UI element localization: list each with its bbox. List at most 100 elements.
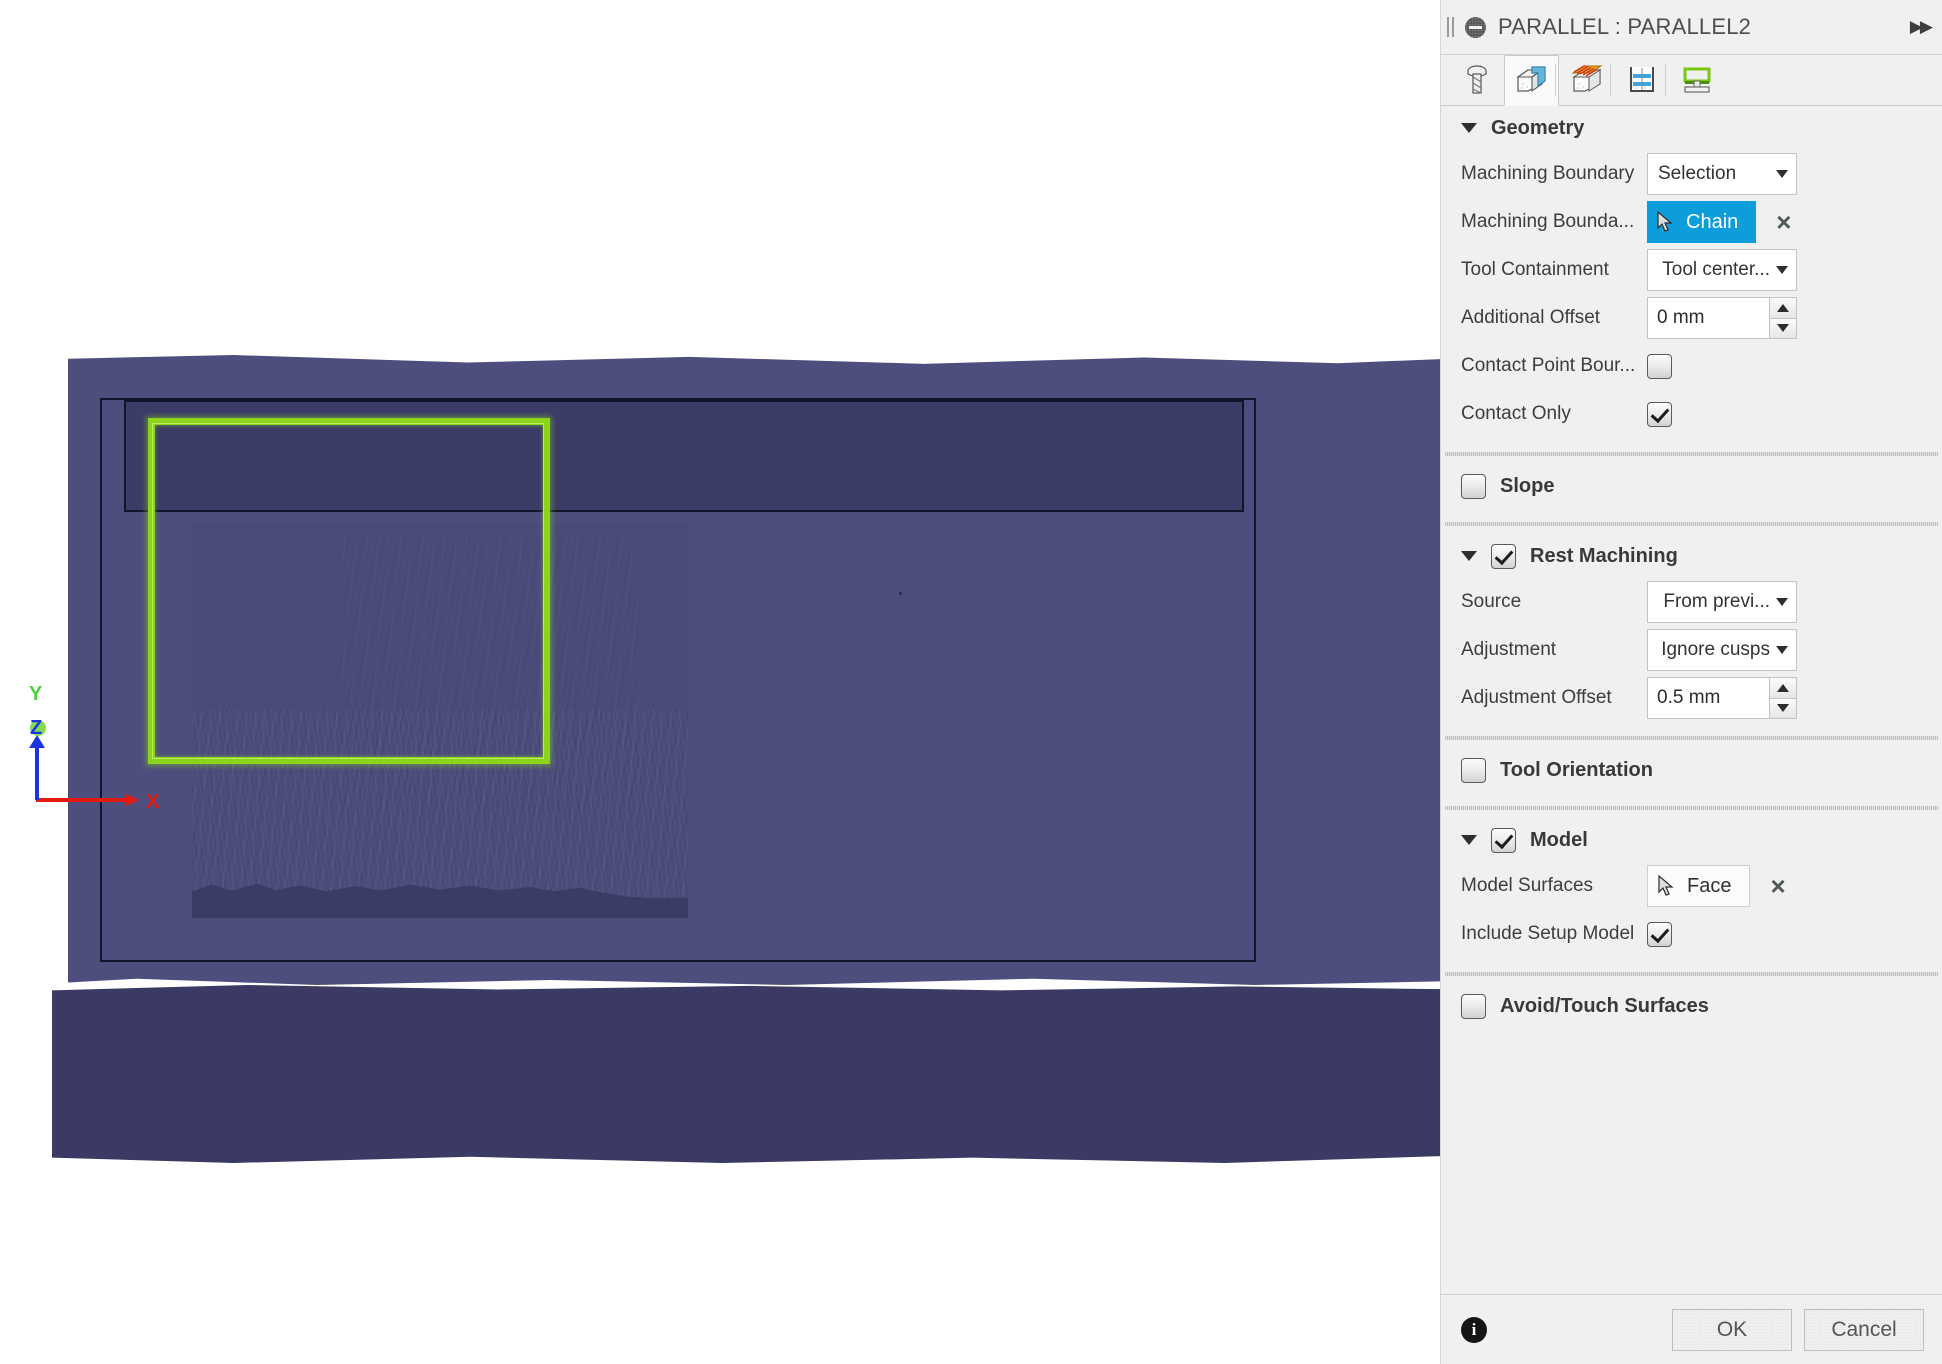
operation-status-icon (1465, 16, 1486, 38)
additional-offset-stepper[interactable]: 0 mm (1647, 297, 1797, 339)
tab-tool[interactable] (1449, 55, 1504, 105)
adjustment-offset-stepper[interactable]: 0.5 mm (1647, 677, 1797, 719)
contact-point-boundary-checkbox[interactable] (1647, 353, 1672, 379)
divider (1445, 522, 1938, 526)
axis-triad: X Z Y (18, 672, 188, 813)
include-setup-model-checkbox[interactable] (1647, 921, 1672, 947)
tool-containment-select[interactable]: Tool center... (1647, 249, 1797, 291)
axis-x-line (36, 798, 136, 802)
machining-boundary-label: Machining Boundary (1461, 163, 1635, 184)
3d-viewport[interactable]: X Z Y (0, 0, 1440, 1364)
section-geometry: Geometry Machining Boundary Selection Ma… (1441, 106, 1942, 444)
source-select[interactable]: From previ... (1647, 581, 1797, 623)
model-surfaces-face-button[interactable]: Face (1647, 865, 1751, 907)
ok-button[interactable]: OK (1672, 1308, 1792, 1351)
contact-only-label: Contact Only (1461, 403, 1571, 424)
additional-offset-decrement-button[interactable] (1769, 318, 1797, 339)
section-rest-machining-title: Rest Machining (1530, 544, 1678, 567)
section-tool-orientation-header[interactable]: Tool Orientation (1441, 748, 1942, 792)
adjustment-offset-decrement-button[interactable] (1769, 698, 1797, 719)
tool-icon (1460, 63, 1494, 97)
panel-header: PARALLEL : PARALLEL2 ▶▶ (1441, 0, 1942, 55)
chevron-down-icon (1776, 598, 1788, 606)
page-title: PARALLEL : PARALLEL2 (1498, 14, 1752, 39)
contact-only-checkbox[interactable] (1647, 401, 1672, 427)
tool-containment-label: Tool Containment (1461, 259, 1609, 280)
tab-passes[interactable] (1610, 55, 1669, 105)
machining-boundary-chain-label: Chain (1686, 210, 1739, 233)
stock-body-near (52, 985, 1440, 1163)
section-avoid-touch-title: Avoid/Touch Surfaces (1500, 994, 1709, 1017)
chevron-down-icon (1776, 170, 1788, 178)
machining-boundary-value: Selection (1658, 163, 1737, 184)
machining-boundary-select[interactable]: Selection (1647, 153, 1797, 195)
tab-heights[interactable] (1555, 55, 1614, 105)
viewport-speck (899, 592, 902, 595)
section-geometry-header[interactable]: Geometry (1441, 106, 1942, 150)
caret-up-icon (1777, 683, 1789, 692)
adjustment-offset-increment-button[interactable] (1769, 677, 1797, 699)
additional-offset-increment-button[interactable] (1769, 297, 1797, 319)
cursor-arrow-icon (1658, 874, 1675, 897)
heights-cube-icon (1569, 63, 1605, 97)
axis-x-arrowhead (126, 794, 139, 806)
section-geometry-title: Geometry (1491, 116, 1585, 139)
machining-boundary-chain-button[interactable]: Chain (1647, 201, 1757, 243)
machining-boundary-sel-label: Machining Bounda... (1461, 211, 1635, 232)
info-icon[interactable]: i (1461, 1316, 1487, 1343)
row-adjustment: Adjustment Ignore cusps (1441, 626, 1942, 674)
section-avoid-touch-header[interactable]: Avoid/Touch Surfaces (1441, 984, 1942, 1028)
adjustment-offset-label: Adjustment Offset (1461, 687, 1612, 708)
row-machining-boundary-selection: Machining Bounda... Chain × (1441, 198, 1942, 246)
axis-z-label: Z (30, 717, 43, 739)
rest-machining-checkbox[interactable] (1491, 543, 1516, 569)
clear-machining-boundary-icon[interactable]: × (1776, 209, 1791, 235)
adjustment-value: Ignore cusps (1661, 639, 1770, 660)
adjustment-offset-spin-buttons (1769, 677, 1797, 719)
model-surfaces-face-label: Face (1687, 874, 1732, 897)
collapse-panel-icon[interactable]: ▶▶ (1904, 17, 1933, 37)
cancel-button[interactable]: Cancel (1804, 1308, 1924, 1351)
section-rest-machining: Rest Machining Source From previ... Adju… (1441, 534, 1942, 728)
drag-grip-icon[interactable] (1447, 16, 1457, 38)
adjustment-select[interactable]: Ignore cusps (1647, 629, 1797, 671)
model-checkbox[interactable] (1491, 827, 1516, 853)
source-label: Source (1461, 591, 1522, 612)
chevron-down-icon[interactable] (1461, 551, 1477, 561)
section-model: Model Model Surfaces Face × Include Setu… (1441, 818, 1942, 964)
additional-offset-input[interactable]: 0 mm (1647, 297, 1769, 339)
application-window: X Z Y PARALLEL : PARALLEL2 ▶▶ Geometry M… (0, 0, 1942, 1364)
section-model-title: Model (1530, 828, 1588, 851)
avoid-touch-surfaces-checkbox[interactable] (1461, 993, 1486, 1019)
section-slope-header[interactable]: Slope (1441, 464, 1942, 508)
tool-orientation-checkbox[interactable] (1461, 757, 1486, 783)
slope-checkbox[interactable] (1461, 473, 1486, 499)
chevron-down-icon[interactable] (1461, 835, 1477, 845)
passes-icon (1625, 63, 1659, 97)
chevron-down-icon (1776, 646, 1788, 654)
caret-down-icon (1777, 324, 1789, 333)
model-surfaces-label: Model Surfaces (1461, 875, 1594, 896)
section-model-header[interactable]: Model (1441, 818, 1942, 862)
tool-containment-value: Tool center... (1662, 259, 1770, 280)
axis-x-label: X (146, 791, 160, 813)
divider (1445, 972, 1938, 976)
panel-body: Geometry Machining Boundary Selection Ma… (1441, 106, 1942, 1294)
chevron-down-icon[interactable] (1461, 123, 1477, 133)
operation-dialog-panel: PARALLEL : PARALLEL2 ▶▶ Geometry Machini… (1440, 0, 1942, 1364)
clear-model-surfaces-icon[interactable]: × (1770, 873, 1785, 899)
tab-geometry[interactable] (1504, 55, 1559, 106)
adjustment-label: Adjustment (1461, 639, 1557, 660)
adjustment-offset-input[interactable]: 0.5 mm (1647, 677, 1769, 719)
section-avoid-touch-surfaces: Avoid/Touch Surfaces (1441, 984, 1942, 1034)
caret-down-icon (1777, 704, 1789, 713)
row-contact-only: Contact Only (1441, 390, 1942, 438)
additional-offset-spin-buttons (1769, 297, 1797, 339)
selected-chain-inner-edge (152, 423, 544, 759)
tab-linking[interactable] (1665, 55, 1724, 105)
caret-up-icon (1777, 303, 1789, 312)
source-value: From previ... (1663, 591, 1770, 612)
divider (1445, 806, 1938, 810)
section-rest-machining-header[interactable]: Rest Machining (1441, 534, 1942, 578)
contact-point-boundary-label: Contact Point Bour... (1461, 355, 1636, 376)
